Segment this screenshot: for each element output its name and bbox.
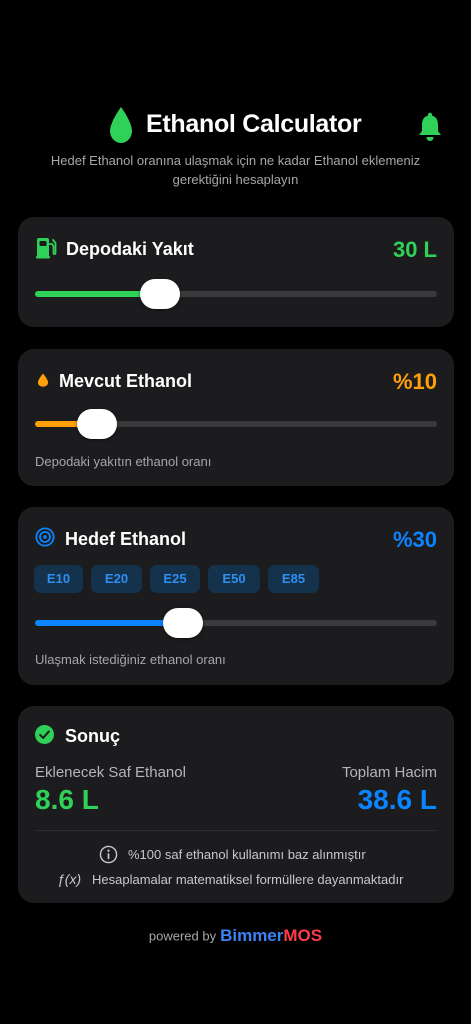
result-title: Sonuç (65, 726, 121, 746)
page-title: Ethanol Calculator (146, 110, 362, 138)
current-card-header: Mevcut Ethanol %10 (35, 349, 437, 409)
current-label: Mevcut Ethanol (59, 371, 193, 391)
add-ethanol-value: 8.6 L (35, 784, 99, 815)
total-volume-value: 38.6 L (357, 784, 437, 815)
tank-label: Depodaki Yakıt (66, 239, 194, 259)
note-formulas: Hesaplamalar matematiksel formüllere day… (92, 872, 404, 887)
result-card-header: Sonuç (35, 706, 437, 766)
tank-card-header: Depodaki Yakıt 30 L (35, 217, 437, 277)
brand-logo-part2: MOS (283, 926, 323, 945)
current-ethanol-card: Mevcut Ethanol %10 Depodaki yakıtın etha… (18, 349, 454, 486)
target-slider-fill (35, 620, 183, 626)
add-ethanol-label: Eklenecek Saf Ethanol (35, 764, 186, 781)
target-ethanol-card: Hedef Ethanol %30 E10 E20 E25 E50 E85 Ul… (18, 507, 454, 685)
target-value: %30 (392, 527, 437, 552)
result-card: Sonuç Eklenecek Saf Ethanol 8.6 L Toplam… (18, 706, 454, 903)
current-hint: Depodaki yakıtın ethanol oranı (35, 454, 212, 469)
function-icon: ƒ(x) (57, 871, 82, 887)
current-slider[interactable] (35, 409, 437, 439)
target-card-header: Hedef Ethanol %30 (35, 507, 437, 567)
target-label: Hedef Ethanol (65, 529, 187, 549)
bell-icon[interactable] (417, 112, 443, 142)
tank-value: 30 L (392, 237, 437, 262)
footer-powered-by: powered by BimmerMOS (0, 926, 471, 946)
tank-slider-thumb[interactable] (139, 279, 180, 309)
target-hint: Ulaşmak istediğiniz ethanol oranı (35, 652, 226, 667)
droplet-icon (110, 107, 132, 143)
current-slider-thumb[interactable] (77, 409, 118, 439)
info-icon (99, 845, 118, 864)
current-value: %10 (392, 369, 437, 394)
target-icon (35, 527, 55, 547)
page-subtitle: Hedef Ethanol oranına ulaşmak için ne ka… (50, 153, 421, 187)
preset-e50-button[interactable]: E50 (208, 565, 260, 593)
preset-e25-button[interactable]: E25 (150, 565, 200, 593)
preset-e85-button[interactable]: E85 (268, 565, 319, 593)
preset-e10-button[interactable]: E10 (34, 565, 83, 593)
target-slider[interactable] (35, 608, 437, 638)
app-header: Ethanol Calculator (0, 106, 471, 146)
result-divider (35, 830, 437, 831)
fuel-pump-icon (36, 238, 57, 259)
powered-by-text: powered by (148, 928, 217, 944)
brand-logo-part1: Bimmer (220, 926, 284, 945)
tank-card: Depodaki Yakıt 30 L (18, 217, 454, 327)
droplet-icon (37, 373, 49, 387)
tank-slider[interactable] (35, 279, 437, 309)
preset-e20-button[interactable]: E20 (91, 565, 142, 593)
check-circle-icon (35, 725, 54, 744)
target-slider-thumb[interactable] (162, 608, 203, 638)
note-pure-ethanol: %100 saf ethanol kullanımı baz alınmıştı… (128, 847, 366, 862)
total-volume-label: Toplam Hacim (341, 764, 437, 781)
